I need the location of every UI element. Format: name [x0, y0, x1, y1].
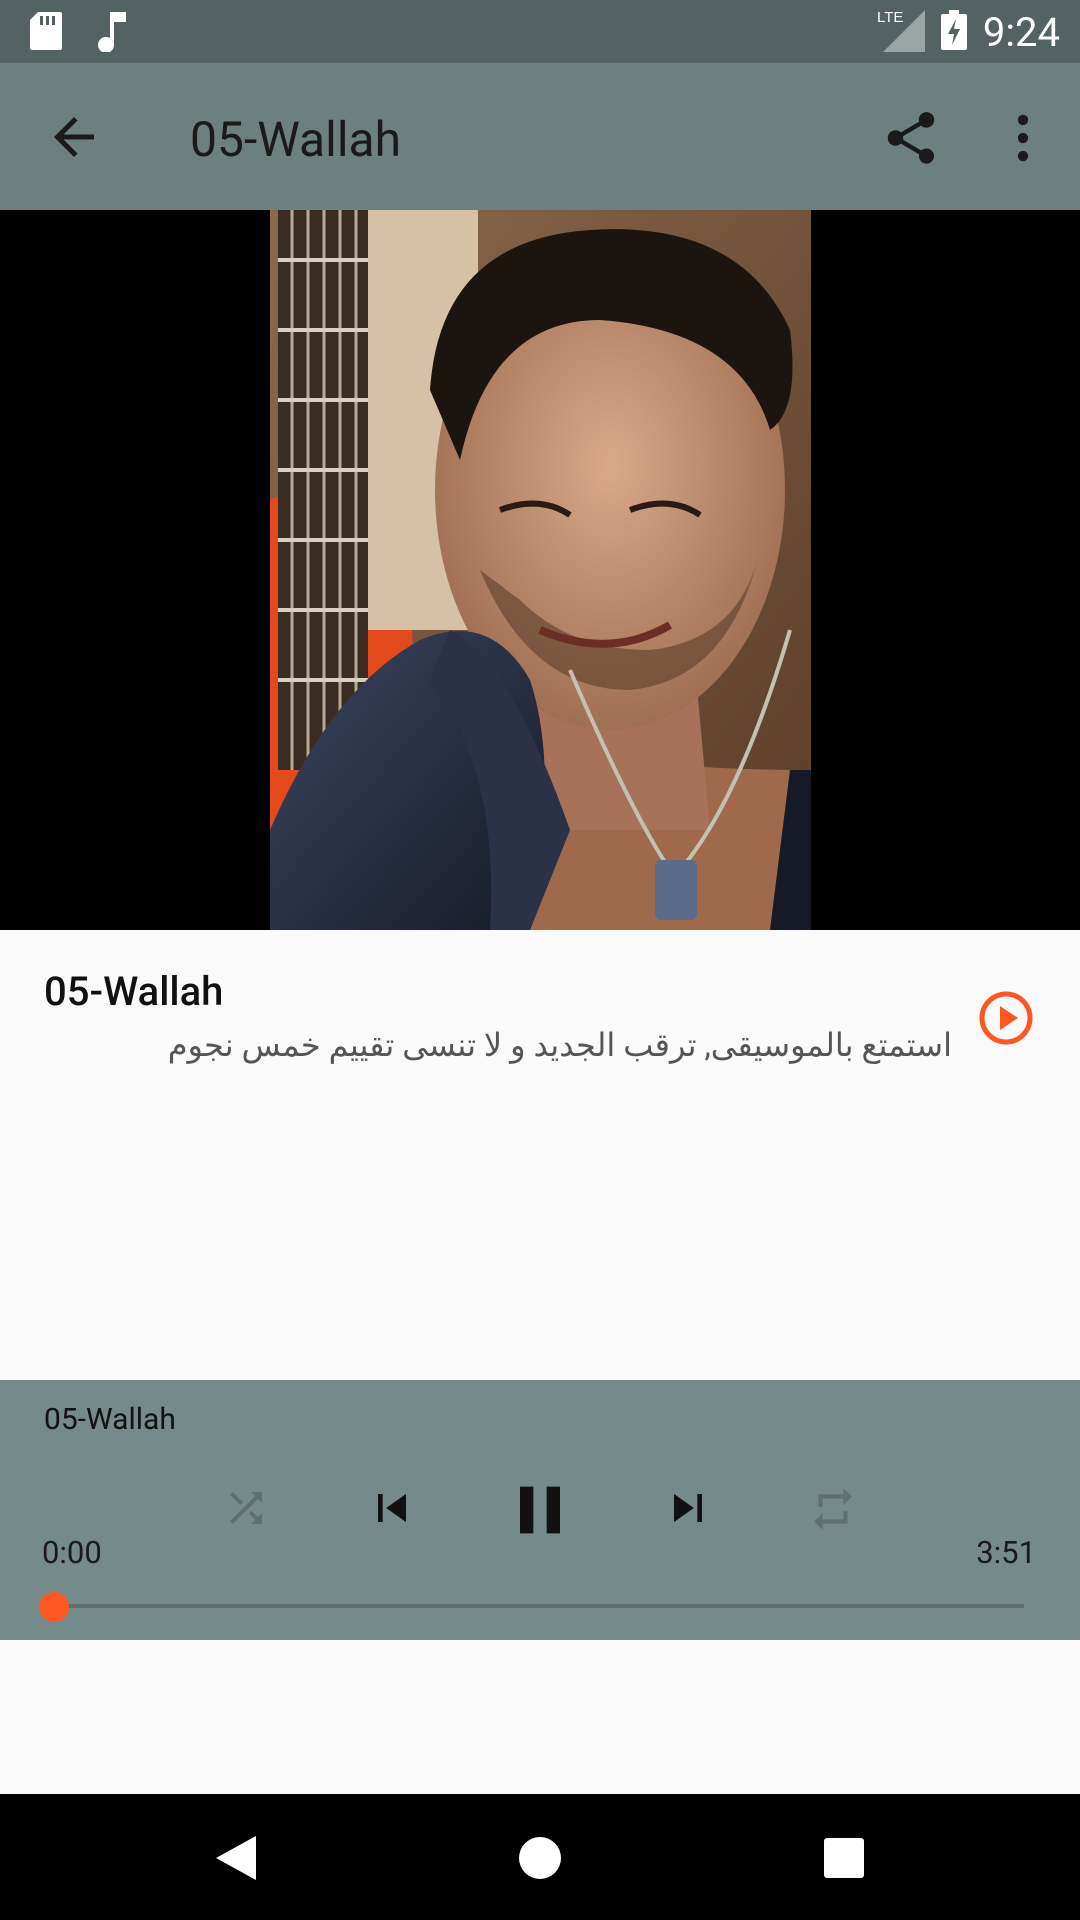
- player-title: 05-Wallah: [44, 1402, 176, 1437]
- app-bar-title: 05-Wallah: [190, 111, 402, 168]
- navigation-bar: [0, 1794, 1080, 1920]
- battery-charging-icon: [940, 10, 967, 54]
- skip-previous-icon[interactable]: [364, 1480, 420, 1540]
- shuffle-icon[interactable]: [222, 1484, 270, 1536]
- empty-area: [0, 1640, 1080, 1794]
- album-art-image: [270, 210, 811, 930]
- app-bar: 05-Wallah: [0, 63, 1080, 210]
- album-art-area: [0, 210, 1080, 930]
- play-circle-icon[interactable]: [978, 990, 1034, 1046]
- seek-thumb[interactable]: [39, 1592, 69, 1622]
- nav-back-icon[interactable]: [214, 1834, 258, 1886]
- pause-icon[interactable]: [500, 1470, 580, 1554]
- current-time: 0:00: [42, 1534, 102, 1571]
- share-icon[interactable]: [880, 107, 942, 169]
- sd-card-icon: [30, 12, 62, 56]
- mini-player: 05-Wallah 0:00 3:51: [0, 1380, 1080, 1640]
- signal-icon: LTE: [877, 8, 925, 56]
- music-note-icon: [98, 12, 126, 56]
- network-label: LTE: [877, 9, 903, 26]
- nav-recents-icon[interactable]: [824, 1838, 864, 1882]
- track-info: 05-Wallah استمتع بالموسيقى, ترقب الجديد …: [0, 930, 1080, 1380]
- track-subtitle: استمتع بالموسيقى, ترقب الجديد و لا تنسى …: [167, 1026, 952, 1064]
- seek-bar[interactable]: [54, 1604, 1024, 1608]
- more-vert-icon[interactable]: [992, 107, 1054, 169]
- repeat-icon[interactable]: [808, 1484, 858, 1538]
- duration: 3:51: [976, 1534, 1036, 1571]
- track-title: 05-Wallah: [44, 968, 224, 1015]
- nav-home-icon[interactable]: [518, 1836, 562, 1884]
- back-arrow-icon[interactable]: [44, 107, 104, 167]
- clock: 9:24: [982, 8, 1060, 56]
- status-bar: LTE 9:24: [0, 0, 1080, 63]
- skip-next-icon[interactable]: [660, 1480, 716, 1540]
